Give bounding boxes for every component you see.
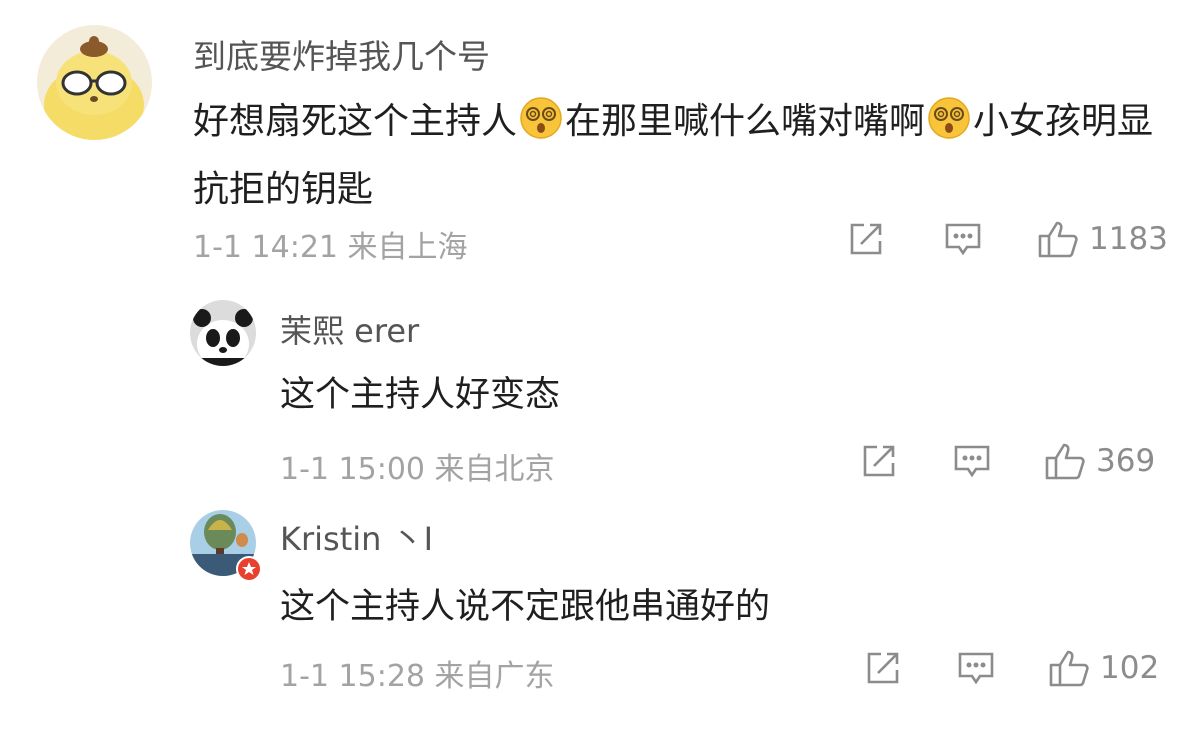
share-icon (864, 649, 902, 687)
comment-meta: 1-1 15:00 来自北京 (280, 452, 555, 487)
username[interactable]: 茉熙 erer (280, 306, 419, 352)
comment-meta: 1-1 15:28 来自广东 (280, 659, 555, 694)
share-button[interactable] (860, 442, 898, 480)
username[interactable]: 到底要炸掉我几个号 (193, 30, 490, 78)
comment-icon (956, 649, 996, 687)
comment-icon (952, 442, 992, 480)
comment-text-part: 在那里喊什么嘴对嘴啊 (565, 101, 926, 142)
username[interactable]: Kristin 丶I (280, 514, 433, 560)
thumbs-up-icon (1048, 648, 1092, 688)
reply-button[interactable] (943, 220, 983, 258)
comment-text: 这个主持人说不定跟他串通好的 (280, 587, 771, 627)
comment-actions: 102 (864, 648, 1159, 688)
like-count: 1183 (1089, 221, 1168, 257)
like-button[interactable]: 369 (1044, 441, 1155, 481)
reply-button[interactable] (956, 649, 996, 687)
share-button[interactable] (864, 649, 902, 687)
verified-badge (236, 556, 262, 582)
comment-actions: 1183 (847, 219, 1168, 259)
dizzy-face-emoji-icon (519, 96, 563, 140)
share-icon (847, 220, 885, 258)
thumbs-up-icon (1044, 441, 1088, 481)
comment-icon (943, 220, 983, 258)
avatar[interactable] (190, 300, 256, 366)
share-button[interactable] (847, 220, 885, 258)
thumbs-up-icon (1037, 219, 1081, 259)
like-button[interactable]: 102 (1048, 648, 1159, 688)
comment-text: 这个主持人好变态 (280, 375, 561, 415)
share-icon (860, 442, 898, 480)
avatar[interactable] (37, 25, 152, 140)
comment-text: 好想扇死这个主持人 在那里喊什么嘴对嘴啊 小女孩明显抗拒的钥匙 (193, 88, 1173, 224)
like-count: 369 (1096, 443, 1156, 479)
reply-button[interactable] (952, 442, 992, 480)
dizzy-face-emoji-icon (927, 96, 971, 140)
comment-text-part: 好想扇死这个主持人 (193, 101, 518, 142)
like-count: 102 (1100, 650, 1160, 686)
comment-meta: 1-1 14:21 来自上海 (193, 230, 468, 265)
comment-actions: 369 (860, 441, 1155, 481)
like-button[interactable]: 1183 (1037, 219, 1168, 259)
